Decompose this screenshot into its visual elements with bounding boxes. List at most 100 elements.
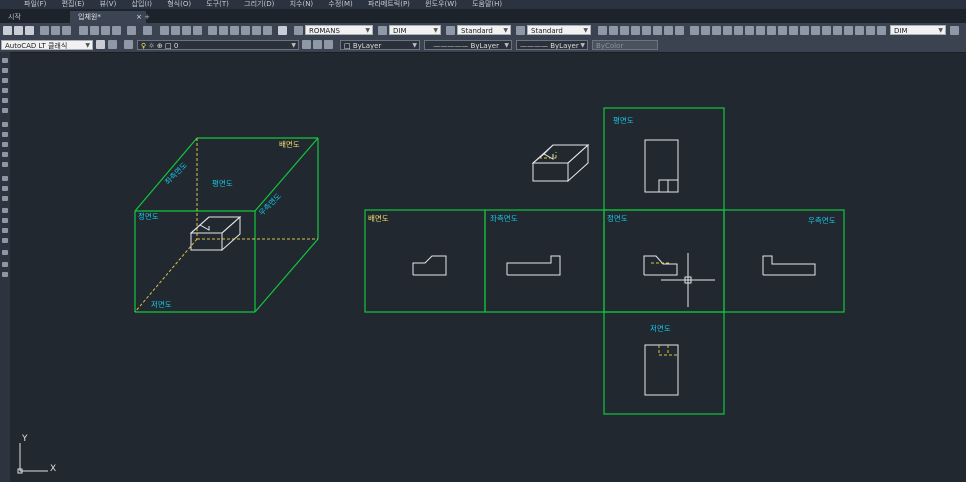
match-properties-icon[interactable] bbox=[112, 26, 121, 35]
spline-icon[interactable] bbox=[2, 142, 8, 147]
quick-dim-icon[interactable] bbox=[690, 26, 699, 35]
multileader-style-icon[interactable] bbox=[516, 26, 525, 35]
new-tab-button[interactable]: + bbox=[142, 11, 152, 23]
ordinate-dim-icon[interactable] bbox=[631, 26, 640, 35]
layer-state-icon[interactable] bbox=[324, 40, 333, 49]
print-icon[interactable] bbox=[40, 26, 49, 35]
menu-tools[interactable]: 도구(T) bbox=[206, 0, 229, 8]
dim-text-edit-icon[interactable] bbox=[800, 26, 809, 35]
jogged-linear-icon[interactable] bbox=[778, 26, 787, 35]
zoom-realtime-icon[interactable] bbox=[171, 26, 180, 35]
menu-file[interactable]: 파일(F) bbox=[24, 0, 46, 8]
baseline-dim-icon[interactable] bbox=[701, 26, 710, 35]
dim-style-select-right[interactable]: DIM ▼ bbox=[890, 25, 946, 35]
mleader-add-icon[interactable] bbox=[833, 26, 842, 35]
hatch-icon[interactable] bbox=[2, 208, 8, 213]
dim-edit-icon[interactable] bbox=[789, 26, 798, 35]
tool-palettes-icon[interactable] bbox=[230, 26, 239, 35]
continue-dim-icon[interactable] bbox=[712, 26, 721, 35]
markup-icon[interactable] bbox=[252, 26, 261, 35]
plot-preview-icon[interactable] bbox=[51, 26, 60, 35]
add-selected-icon[interactable] bbox=[2, 262, 8, 267]
mleader-align-icon[interactable] bbox=[844, 26, 853, 35]
design-center-icon[interactable] bbox=[219, 26, 228, 35]
dim-update-right-icon[interactable] bbox=[950, 26, 959, 35]
dim-space-icon[interactable] bbox=[723, 26, 732, 35]
menu-window[interactable]: 윈도우(W) bbox=[425, 0, 457, 8]
paste-icon[interactable] bbox=[101, 26, 110, 35]
mleader-remove-icon[interactable] bbox=[866, 26, 875, 35]
revision-cloud-icon[interactable] bbox=[2, 132, 8, 137]
color-select[interactable]: □ ByLayer ▼ bbox=[340, 40, 420, 50]
arc-length-icon[interactable] bbox=[620, 26, 629, 35]
zoom-window-icon[interactable] bbox=[182, 26, 191, 35]
cut-icon[interactable] bbox=[79, 26, 88, 35]
mleader-icon[interactable] bbox=[822, 26, 831, 35]
menu-view[interactable]: 뷰(V) bbox=[100, 0, 117, 8]
gear-icon[interactable] bbox=[96, 40, 105, 49]
multileader-style-select[interactable]: Standard ▼ bbox=[527, 25, 591, 35]
menu-format[interactable]: 형식(O) bbox=[167, 0, 191, 8]
help-icon[interactable] bbox=[278, 26, 287, 35]
menu-edit[interactable]: 편집(E) bbox=[62, 0, 85, 8]
publish-icon[interactable] bbox=[62, 26, 71, 35]
workspace-select[interactable]: AutoCAD LT 클래식 ▼ bbox=[1, 40, 93, 50]
region-icon[interactable] bbox=[2, 228, 8, 233]
mtext-icon[interactable] bbox=[2, 250, 8, 255]
point-icon[interactable] bbox=[2, 196, 8, 201]
line-icon[interactable] bbox=[2, 58, 8, 63]
redo-icon[interactable] bbox=[143, 26, 152, 35]
tolerance-icon[interactable] bbox=[745, 26, 754, 35]
arc-icon[interactable] bbox=[2, 108, 8, 113]
construction-line-icon[interactable] bbox=[2, 68, 8, 73]
open-icon[interactable] bbox=[14, 26, 23, 35]
menu-modify[interactable]: 수정(M) bbox=[328, 0, 352, 8]
save-icon[interactable] bbox=[25, 26, 34, 35]
table-style-select[interactable]: Standard ▼ bbox=[457, 25, 511, 35]
text-style-select[interactable]: ROMANS ▼ bbox=[305, 25, 373, 35]
linear-dim-icon[interactable] bbox=[598, 26, 607, 35]
dim-update-icon[interactable] bbox=[811, 26, 820, 35]
rectangle-icon[interactable] bbox=[2, 98, 8, 103]
menu-insert[interactable]: 삽입(I) bbox=[132, 0, 152, 8]
jogged-dim-icon[interactable] bbox=[653, 26, 662, 35]
radius-dim-icon[interactable] bbox=[642, 26, 651, 35]
menu-parametric[interactable]: 파라메트릭(P) bbox=[368, 0, 410, 8]
dim-style-select[interactable]: DIM ▼ bbox=[389, 25, 441, 35]
lineweight-select[interactable]: ———— ByLayer ▼ bbox=[516, 40, 588, 50]
menu-draw[interactable]: 그리기(D) bbox=[244, 0, 274, 8]
tab-start[interactable]: 시작 bbox=[0, 11, 66, 23]
sheet-set-icon[interactable] bbox=[241, 26, 250, 35]
tab-drawing[interactable]: 입체원* × bbox=[70, 11, 146, 23]
undo-icon[interactable] bbox=[127, 26, 136, 35]
diameter-dim-icon[interactable] bbox=[664, 26, 673, 35]
quickcalc-icon[interactable] bbox=[263, 26, 272, 35]
table-style-icon[interactable] bbox=[446, 26, 455, 35]
angular-dim-icon[interactable] bbox=[675, 26, 684, 35]
polyline-icon[interactable] bbox=[2, 78, 8, 83]
aligned-dim-icon[interactable] bbox=[609, 26, 618, 35]
menu-dimension[interactable]: 치수(N) bbox=[290, 0, 314, 8]
linetype-select[interactable]: ————— ByLayer ▼ bbox=[424, 40, 512, 50]
insert-block-icon[interactable] bbox=[2, 176, 8, 181]
layer-properties-icon[interactable] bbox=[124, 40, 133, 49]
table-icon[interactable] bbox=[2, 238, 8, 243]
make-block-icon[interactable] bbox=[2, 186, 8, 191]
make-current-icon[interactable] bbox=[302, 40, 311, 49]
circle-icon[interactable] bbox=[2, 122, 8, 127]
properties-icon[interactable] bbox=[208, 26, 217, 35]
ellipse-arc-icon[interactable] bbox=[2, 162, 8, 167]
gradient-icon[interactable] bbox=[2, 218, 8, 223]
drawing-canvas[interactable]: 배면도 좌측면도 평면도 우측면도 정면도 저면도 평면도 배면도 좌측면도 정… bbox=[10, 52, 966, 482]
copy-icon[interactable] bbox=[90, 26, 99, 35]
new-icon[interactable] bbox=[3, 26, 12, 35]
tool-extra-icon[interactable] bbox=[2, 272, 8, 277]
inspection-icon[interactable] bbox=[767, 26, 776, 35]
polygon-icon[interactable] bbox=[2, 88, 8, 93]
dim-style-icon[interactable] bbox=[378, 26, 387, 35]
workspace-settings-icon[interactable] bbox=[108, 40, 117, 49]
menu-help[interactable]: 도움말(H) bbox=[472, 0, 502, 8]
dim-style-manager-icon[interactable] bbox=[877, 26, 886, 35]
center-mark-icon[interactable] bbox=[756, 26, 765, 35]
ellipse-icon[interactable] bbox=[2, 152, 8, 157]
